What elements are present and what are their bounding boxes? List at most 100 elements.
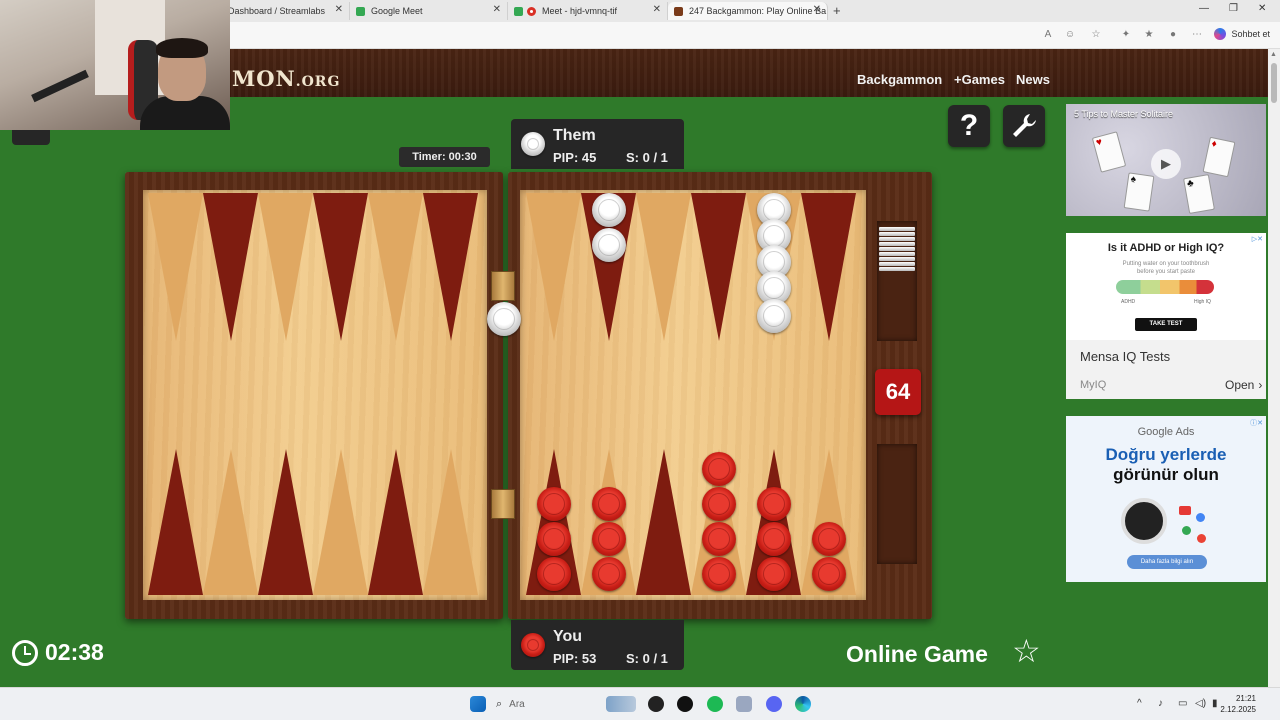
tab-streamlabs[interactable]: Dashboard / Streamlabs ✕	[222, 2, 350, 20]
read-aloud-icon[interactable]: A	[1042, 29, 1054, 41]
favorites-icon[interactable]: ★	[1143, 29, 1155, 41]
point[interactable]	[313, 449, 368, 595]
discord-icon[interactable]	[766, 696, 782, 712]
settings-icon[interactable]	[736, 696, 752, 712]
page-scrollbar[interactable]: ▲	[1268, 49, 1280, 687]
tab-google-meet[interactable]: Google Meet ✕	[350, 2, 508, 20]
point[interactable]	[423, 193, 478, 341]
white-checker[interactable]	[592, 228, 626, 262]
tab-meet-call[interactable]: Meet - hjd-vmnq-tif ✕	[508, 2, 668, 20]
point[interactable]	[313, 193, 368, 341]
scroll-up-icon[interactable]: ▲	[1270, 51, 1277, 58]
widget-icon[interactable]	[606, 696, 636, 712]
point[interactable]	[636, 449, 691, 595]
close-icon[interactable]: ✕	[813, 4, 821, 15]
taskbar-search[interactable]: ⌕ Ara	[496, 694, 606, 714]
system-time: 21:21	[1235, 694, 1256, 703]
chevron-up-icon[interactable]: ^	[1137, 698, 1142, 709]
borne-off-checker	[879, 257, 915, 261]
ad-brand: Google Ads	[1137, 426, 1195, 438]
point[interactable]	[148, 193, 203, 341]
windows-start-icon[interactable]	[470, 696, 486, 712]
point[interactable]	[203, 449, 258, 595]
network-icon[interactable]: ▭	[1178, 698, 1187, 709]
red-checker[interactable]	[537, 522, 571, 556]
red-checker[interactable]	[702, 452, 736, 486]
point[interactable]	[801, 193, 856, 341]
edge-icon[interactable]	[795, 696, 811, 712]
ad-open-button[interactable]: Open ›	[1221, 378, 1262, 392]
white-checker[interactable]	[757, 299, 791, 333]
point[interactable]	[526, 193, 581, 341]
site-logo[interactable]: MON.ORG	[232, 66, 340, 91]
red-checker[interactable]	[757, 557, 791, 591]
white-checker-on-bar[interactable]	[487, 302, 521, 336]
play-icon[interactable]: ▶	[1151, 149, 1181, 179]
smile-icon[interactable]: ☺	[1064, 29, 1076, 41]
restore-icon[interactable]: ❐	[1229, 3, 1238, 14]
ad-google-ads[interactable]: ⓘ✕ Google Ads Doğru yerlerde görünür olu…	[1066, 416, 1266, 582]
red-checker[interactable]	[812, 522, 846, 556]
red-checker[interactable]	[702, 522, 736, 556]
take-test-button[interactable]: TAKE TEST	[1135, 318, 1197, 331]
app-icon[interactable]	[648, 696, 664, 712]
red-checker[interactable]	[757, 522, 791, 556]
battery-icon[interactable]: ▮	[1212, 698, 1218, 709]
star-icon[interactable]: ☆	[1012, 635, 1041, 667]
profile-icon[interactable]: ●	[1167, 29, 1179, 41]
scrollbar-thumb[interactable]	[1271, 63, 1277, 103]
microphone-icon[interactable]: ♪	[1158, 698, 1163, 709]
close-icon[interactable]: ✕	[653, 4, 661, 15]
ad-video-solitaire[interactable]: 5 Tips to Master Solitaire ♥ ♦ ♠ ♣ ▶	[1066, 104, 1266, 216]
point[interactable]	[636, 193, 691, 341]
recording-icon	[527, 6, 536, 16]
volume-icon[interactable]: ◁)	[1195, 698, 1206, 709]
ad-headline: Is it ADHD or High IQ?	[1107, 242, 1225, 254]
clock-value: 02:38	[45, 639, 104, 665]
obs-icon[interactable]	[677, 696, 693, 712]
white-checker[interactable]	[592, 193, 626, 227]
system-clock[interactable]: 21:21 2.12.2025	[1220, 693, 1256, 715]
point[interactable]	[258, 449, 313, 595]
tab-backgammon[interactable]: 247 Backgammon: Play Online Ba ✕	[668, 2, 828, 20]
red-checker[interactable]	[757, 487, 791, 521]
game-clock: 02:38	[12, 639, 104, 666]
red-checker[interactable]	[702, 487, 736, 521]
clock-icon	[12, 639, 38, 666]
red-checker[interactable]	[537, 557, 571, 591]
nav-news[interactable]: News	[1016, 72, 1050, 87]
red-checker[interactable]	[702, 557, 736, 591]
ad-mensa-iq[interactable]: ▷✕ Is it ADHD or High IQ? Putting water …	[1066, 233, 1266, 399]
more-icon[interactable]: ⋯	[1191, 29, 1203, 41]
point[interactable]	[423, 449, 478, 595]
window-close-icon[interactable]: ✕	[1258, 3, 1266, 14]
red-checker[interactable]	[592, 487, 626, 521]
spotify-icon[interactable]	[707, 696, 723, 712]
extensions-icon[interactable]: ✦	[1120, 29, 1132, 41]
red-checker[interactable]	[592, 557, 626, 591]
red-checker[interactable]	[812, 557, 846, 591]
close-icon[interactable]: ✕	[493, 4, 501, 15]
borne-off-checker	[879, 242, 915, 246]
google-icon	[1182, 526, 1191, 535]
red-checker[interactable]	[592, 522, 626, 556]
copilot-icon	[1214, 28, 1227, 40]
new-tab-icon[interactable]: +	[833, 3, 841, 18]
nav-backgammon[interactable]: Backgammon	[857, 72, 942, 87]
favorite-star-icon[interactable]: ☆	[1090, 29, 1102, 41]
doubling-cube[interactable]: 64	[875, 369, 921, 415]
point[interactable]	[368, 449, 423, 595]
point[interactable]	[258, 193, 313, 341]
learn-more-button[interactable]: Daha fazla bilgi alın	[1127, 555, 1207, 569]
card-icon: ♦	[1202, 136, 1236, 178]
copilot-chat-button[interactable]: Sohbet et	[1214, 28, 1270, 40]
red-checker[interactable]	[537, 487, 571, 521]
borne-off-checker	[879, 267, 915, 271]
minimize-icon[interactable]: —	[1199, 3, 1209, 14]
point[interactable]	[368, 193, 423, 341]
point[interactable]	[148, 449, 203, 595]
nav-games[interactable]: +Games	[954, 72, 1005, 87]
point[interactable]	[203, 193, 258, 341]
close-icon[interactable]: ✕	[335, 4, 343, 15]
point[interactable]	[691, 193, 746, 341]
